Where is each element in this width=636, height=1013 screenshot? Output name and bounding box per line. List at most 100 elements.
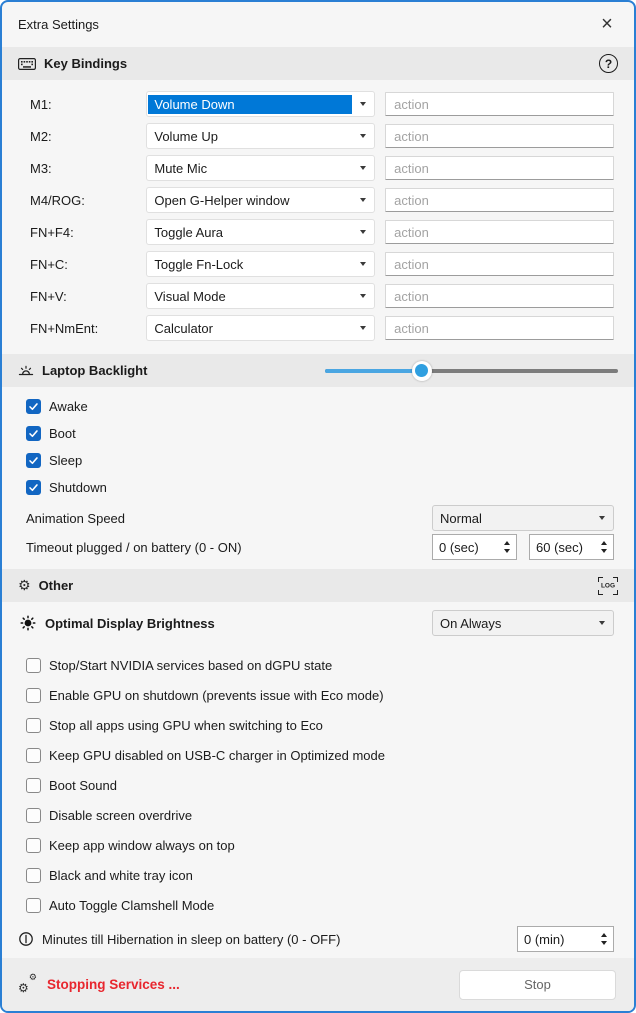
key-binding-dropdown[interactable]: Toggle Aura xyxy=(146,219,375,245)
power-icon xyxy=(18,931,34,947)
key-binding-action-input[interactable] xyxy=(385,92,614,116)
key-binding-action-input[interactable] xyxy=(385,156,614,180)
checkbox-label: Auto Toggle Clamshell Mode xyxy=(49,898,214,913)
spin-up-icon[interactable] xyxy=(504,541,510,545)
key-binding-action-input[interactable] xyxy=(385,220,614,244)
section-title-laptop-backlight: Laptop Backlight xyxy=(42,363,147,378)
close-icon[interactable]: × xyxy=(590,8,624,42)
status-text: Stopping Services ... xyxy=(47,977,180,992)
slider-thumb[interactable] xyxy=(412,361,432,381)
backlight-slider[interactable] xyxy=(325,361,618,381)
spin-down-icon[interactable] xyxy=(601,941,607,945)
key-binding-action-input[interactable] xyxy=(385,252,614,276)
chevron-down-icon xyxy=(352,294,374,298)
checkbox[interactable] xyxy=(26,453,41,468)
checkbox[interactable] xyxy=(26,480,41,495)
spinner-buttons xyxy=(597,541,613,553)
backlight-checkbox-list: Awake Boot Sleep xyxy=(2,387,634,501)
checkbox[interactable] xyxy=(26,688,41,703)
timeout-plugged-spinner[interactable]: 0 (sec) xyxy=(432,534,517,560)
key-binding-dropdown[interactable]: Visual Mode xyxy=(146,283,375,309)
checkbox-row: Sleep xyxy=(26,447,634,474)
checkbox[interactable] xyxy=(26,399,41,414)
key-binding-dropdown[interactable]: Calculator xyxy=(146,315,375,341)
animation-speed-value: Normal xyxy=(434,509,591,528)
chevron-down-icon xyxy=(352,134,374,138)
key-binding-label: FN+V: xyxy=(30,289,146,304)
animation-speed-row: Animation Speed Normal xyxy=(2,503,634,533)
log-icon[interactable]: LOG xyxy=(598,577,618,595)
spinner-buttons xyxy=(500,541,516,553)
key-binding-dropdown-value: Visual Mode xyxy=(148,287,352,306)
checkbox[interactable] xyxy=(26,778,41,793)
key-binding-dropdown[interactable]: Volume Down xyxy=(146,91,375,117)
section-header-key-bindings: Key Bindings ? xyxy=(2,47,634,80)
checkmark-icon xyxy=(28,455,39,466)
checkbox-row: Keep GPU disabled on USB-C charger in Op… xyxy=(26,740,634,770)
timeout-battery-spinner[interactable]: 60 (sec) xyxy=(529,534,614,560)
key-binding-row: FN+V: Visual Mode xyxy=(30,280,614,312)
timeout-label: Timeout plugged / on battery (0 - ON) xyxy=(26,540,242,555)
spin-up-icon[interactable] xyxy=(601,541,607,545)
checkbox[interactable] xyxy=(26,898,41,913)
key-binding-dropdown-value: Toggle Fn-Lock xyxy=(148,255,352,274)
key-binding-action-input[interactable] xyxy=(385,124,614,148)
checkbox[interactable] xyxy=(26,748,41,763)
help-icon[interactable]: ? xyxy=(599,54,618,73)
key-binding-action-input[interactable] xyxy=(385,316,614,340)
hibernation-value[interactable]: 0 (min) xyxy=(518,932,597,947)
checkbox-row: Boot Sound xyxy=(26,770,634,800)
spin-down-icon[interactable] xyxy=(601,549,607,553)
stop-button[interactable]: Stop xyxy=(459,970,616,1000)
key-binding-dropdown-value: Toggle Aura xyxy=(148,223,352,242)
animation-speed-dropdown[interactable]: Normal xyxy=(432,505,614,531)
key-binding-dropdown[interactable]: Volume Up xyxy=(146,123,375,149)
chevron-down-icon xyxy=(352,326,374,330)
checkbox[interactable] xyxy=(26,808,41,823)
extra-settings-window: Extra Settings × Key Bindings ? M1: Volu… xyxy=(0,0,636,1013)
checkbox[interactable] xyxy=(26,838,41,853)
key-binding-dropdown[interactable]: Open G-Helper window xyxy=(146,187,375,213)
key-binding-dropdown[interactable]: Mute Mic xyxy=(146,155,375,181)
checkbox-label: Stop all apps using GPU when switching t… xyxy=(49,718,323,733)
key-binding-dropdown[interactable]: Toggle Fn-Lock xyxy=(146,251,375,277)
checkbox-row: Auto Toggle Clamshell Mode xyxy=(26,890,634,920)
checkbox-label: Boot Sound xyxy=(49,778,117,793)
key-binding-dropdown-value: Volume Down xyxy=(148,95,352,114)
checkbox-row: Enable GPU on shutdown (prevents issue w… xyxy=(26,680,634,710)
timeout-battery-value[interactable]: 60 (sec) xyxy=(530,540,597,555)
timeout-plugged-value[interactable]: 0 (sec) xyxy=(433,540,500,555)
key-binding-action-input[interactable] xyxy=(385,188,614,212)
brightness-dropdown[interactable]: On Always xyxy=(432,610,614,636)
checkbox-label: Shutdown xyxy=(49,480,107,495)
other-checkbox-list: Stop/Start NVIDIA services based on dGPU… xyxy=(2,644,634,920)
hibernation-label: Minutes till Hibernation in sleep on bat… xyxy=(42,932,340,947)
slider-fill xyxy=(325,369,422,373)
spinner-buttons xyxy=(597,933,613,945)
checkbox-row: Keep app window always on top xyxy=(26,830,634,860)
key-binding-row: M2: Volume Up xyxy=(30,120,614,152)
checkbox-row: Awake xyxy=(26,393,634,420)
hibernation-spinner[interactable]: 0 (min) xyxy=(517,926,614,952)
key-binding-action-input[interactable] xyxy=(385,284,614,308)
hibernation-row: Minutes till Hibernation in sleep on bat… xyxy=(2,922,634,956)
spin-up-icon[interactable] xyxy=(601,933,607,937)
key-binding-rows: M1: Volume Down M2: Volume Up M3: xyxy=(2,80,634,348)
checkbox[interactable] xyxy=(26,426,41,441)
checkmark-icon xyxy=(28,428,39,439)
checkbox-label: Black and white tray icon xyxy=(49,868,193,883)
chevron-down-icon xyxy=(591,621,613,625)
keyboard-backlight-icon xyxy=(18,364,34,377)
gears-icon: ⚙ ⚙ xyxy=(18,975,38,994)
checkbox-label: Enable GPU on shutdown (prevents issue w… xyxy=(49,688,384,703)
key-binding-row: FN+F4: Toggle Aura xyxy=(30,216,614,248)
checkbox[interactable] xyxy=(26,718,41,733)
section-title-other: Other xyxy=(39,578,74,593)
checkbox-label: Sleep xyxy=(49,453,82,468)
brightness-row: Optimal Display Brightness On Always xyxy=(2,602,634,644)
checkbox[interactable] xyxy=(26,658,41,673)
checkbox-row: Black and white tray icon xyxy=(26,860,634,890)
checkbox[interactable] xyxy=(26,868,41,883)
spin-down-icon[interactable] xyxy=(504,549,510,553)
key-binding-dropdown-value: Calculator xyxy=(148,319,352,338)
